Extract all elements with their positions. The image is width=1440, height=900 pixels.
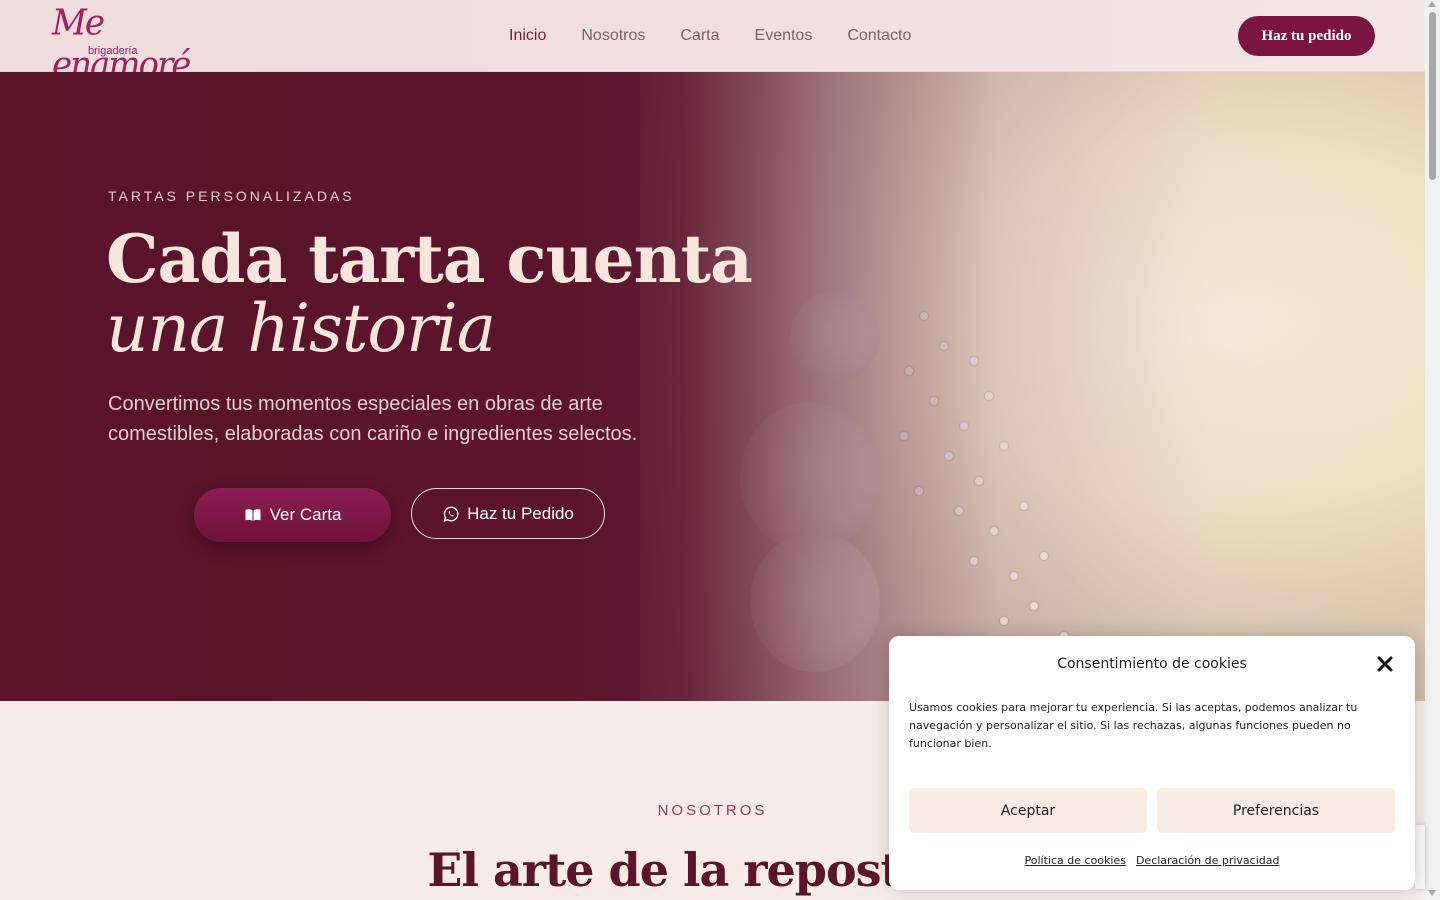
- hero-description: Convertimos tus momentos especiales en o…: [108, 393, 638, 445]
- book-open-icon: [245, 509, 261, 521]
- hero-eyebrow: TARTAS PERSONALIZADAS: [108, 188, 355, 204]
- cookie-policy-link[interactable]: Política de cookies: [1025, 854, 1126, 867]
- logo-subtitle: brigadería: [88, 45, 138, 57]
- scroll-down-arrow-icon[interactable]: [1428, 890, 1436, 896]
- nav-item-carta[interactable]: Carta: [680, 27, 719, 45]
- ver-carta-label: Ver Carta: [269, 505, 342, 524]
- nav-item-contacto[interactable]: Contacto: [847, 27, 911, 45]
- page-scrollbar[interactable]: [1425, 0, 1440, 900]
- accept-cookies-button[interactable]: Aceptar: [909, 788, 1147, 833]
- privacy-statement-link[interactable]: Declaración de privacidad: [1136, 854, 1280, 867]
- hero-section: TARTAS PERSONALIZADAS Cada tarta cuenta …: [0, 72, 1425, 701]
- nav-item-eventos[interactable]: Eventos: [755, 27, 813, 45]
- cookie-dialog-links: Política de cookies Declaración de priva…: [889, 854, 1415, 867]
- cookie-preferences-button[interactable]: Preferencias: [1157, 788, 1395, 833]
- ver-carta-button[interactable]: Ver Carta: [194, 488, 391, 542]
- close-icon[interactable]: [1375, 654, 1395, 674]
- main-nav: Inicio Nosotros Carta Eventos Contacto: [509, 27, 911, 45]
- cookie-consent-dialog: Consentimiento de cookies Usamos cookies…: [889, 636, 1415, 890]
- site-header: Me enamoré brigadería Inicio Nosotros Ca…: [0, 0, 1425, 86]
- hero-title: Cada tarta cuenta: [106, 220, 753, 298]
- hero-title-italic: una historia: [106, 290, 496, 367]
- recaptcha-badge[interactable]: [1415, 825, 1425, 889]
- whatsapp-icon: [443, 506, 459, 522]
- cookie-dialog-text: Usamos cookies para mejorar tu experienc…: [909, 701, 1358, 750]
- scrollbar-thumb[interactable]: [1429, 12, 1436, 180]
- haz-tu-pedido-label: Haz tu Pedido: [467, 503, 574, 523]
- nav-item-inicio[interactable]: Inicio: [509, 27, 546, 45]
- scroll-up-arrow-icon[interactable]: [1428, 1, 1436, 7]
- order-button[interactable]: Haz tu pedido: [1238, 16, 1375, 56]
- brand-logo[interactable]: Me enamoré brigadería: [50, 2, 200, 86]
- haz-tu-pedido-button[interactable]: Haz tu Pedido: [411, 488, 605, 539]
- nav-item-nosotros[interactable]: Nosotros: [581, 27, 645, 45]
- hero-gradient-overlay: [0, 72, 1425, 701]
- cookie-dialog-title: Consentimiento de cookies: [1057, 656, 1247, 672]
